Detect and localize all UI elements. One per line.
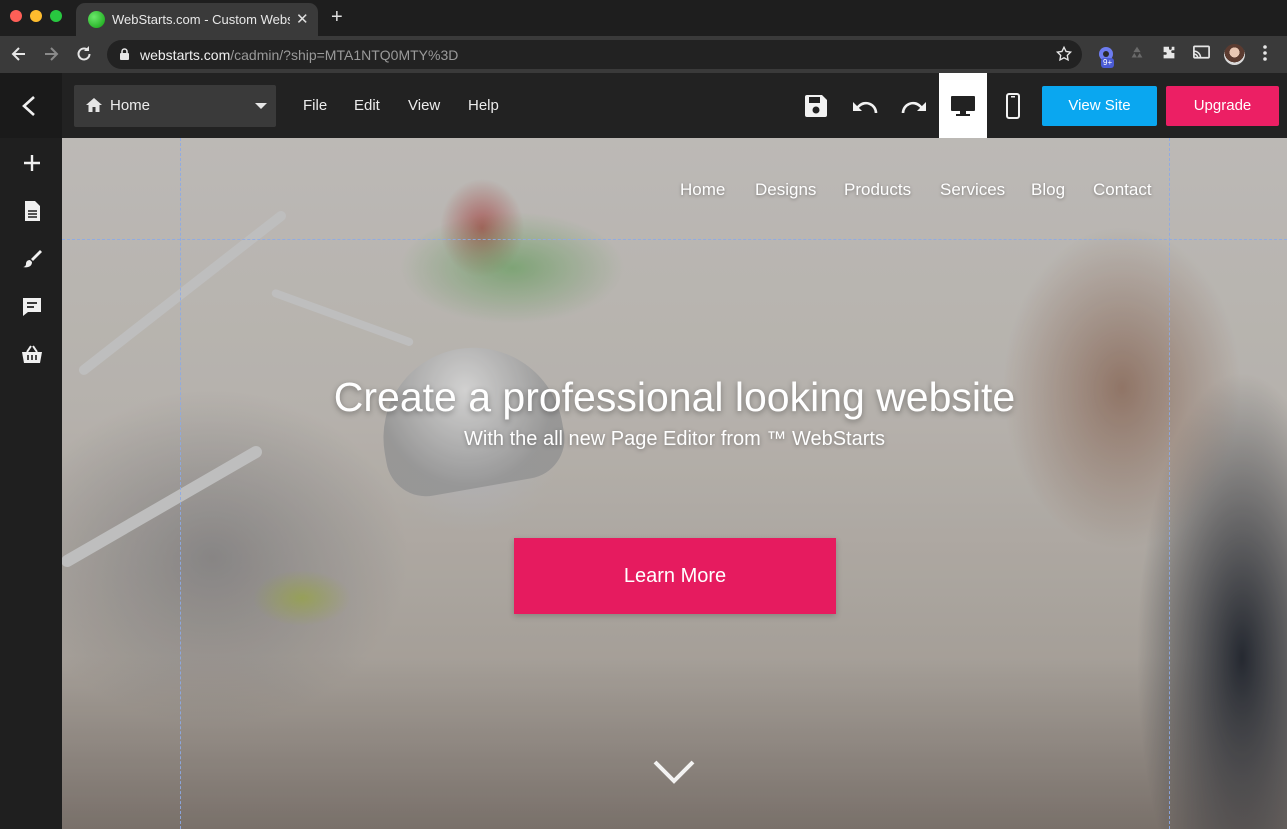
store-icon[interactable]	[20, 343, 44, 367]
menu-help[interactable]: Help	[468, 97, 499, 114]
extension-recycle-icon[interactable]	[1128, 44, 1146, 62]
save-button[interactable]	[792, 73, 840, 138]
chevron-down-icon	[255, 103, 267, 109]
comment-icon[interactable]	[20, 295, 44, 319]
browser-tab[interactable]: WebStarts.com - Custom Website ✕	[76, 3, 318, 36]
layout-guide	[62, 239, 1287, 240]
bookmark-star-icon[interactable]	[1055, 45, 1073, 63]
save-icon	[805, 94, 827, 117]
browser-menu-icon[interactable]	[1258, 44, 1272, 62]
page-icon[interactable]	[20, 199, 44, 223]
site-nav-blog[interactable]: Blog	[1031, 180, 1065, 200]
editor-toolbar: Home File Edit View Help View Site Upgra…	[0, 73, 1287, 138]
lock-icon	[120, 48, 129, 60]
hero-subtitle[interactable]: With the all new Page Editor from ™ WebS…	[62, 428, 1287, 451]
menu-view[interactable]: View	[408, 97, 440, 114]
url-path: /cadmin/?ship=MTA1NTQ0MTY%3D	[230, 47, 459, 63]
reload-icon[interactable]	[74, 44, 94, 64]
hero-title[interactable]: Create a professional looking website	[62, 374, 1287, 421]
forward-arrow-icon[interactable]	[41, 44, 61, 64]
site-nav-services[interactable]: Services	[940, 180, 1005, 200]
back-arrow-icon[interactable]	[9, 44, 29, 64]
layout-guide	[180, 138, 181, 829]
site-nav-contact[interactable]: Contact	[1093, 180, 1152, 200]
close-tab-icon[interactable]: ✕	[296, 10, 309, 28]
chevron-left-icon	[22, 96, 35, 116]
chevron-down-icon[interactable]	[651, 758, 697, 786]
address-bar[interactable]: webstarts.com/cadmin/?ship=MTA1NTQ0MTY%3…	[107, 40, 1082, 69]
undo-icon	[853, 101, 878, 113]
add-icon[interactable]	[20, 151, 44, 175]
home-icon	[86, 98, 102, 112]
mobile-view-button[interactable]	[989, 73, 1037, 138]
layout-guide	[1169, 138, 1170, 829]
new-tab-icon[interactable]: +	[331, 6, 343, 29]
browser-toolbar: webstarts.com/cadmin/?ship=MTA1NTQ0MTY%3…	[0, 36, 1287, 73]
extension-badge: 9+	[1101, 58, 1115, 68]
maximize-window-button[interactable]	[50, 10, 62, 22]
mobile-phone-icon	[1006, 92, 1020, 119]
site-nav-home[interactable]: Home	[680, 180, 725, 200]
brush-icon[interactable]	[20, 247, 44, 271]
cast-icon[interactable]	[1192, 44, 1211, 62]
view-site-button[interactable]: View Site	[1042, 86, 1157, 126]
menu-edit[interactable]: Edit	[354, 97, 380, 114]
learn-more-button[interactable]: Learn More	[514, 538, 836, 614]
favicon-icon	[88, 11, 105, 28]
extensions-puzzle-icon[interactable]	[1160, 44, 1178, 62]
undo-button[interactable]	[841, 73, 889, 138]
desktop-view-button[interactable]	[939, 73, 987, 138]
url-text: webstarts.com/cadmin/?ship=MTA1NTQ0MTY%3…	[140, 47, 458, 63]
url-host: webstarts.com	[140, 47, 231, 63]
upgrade-button[interactable]: Upgrade	[1166, 86, 1279, 126]
minimize-window-button[interactable]	[30, 10, 42, 22]
site-nav-designs[interactable]: Designs	[755, 180, 816, 200]
editor-sidebar	[0, 138, 62, 829]
site-nav-products[interactable]: Products	[844, 180, 911, 200]
tab-title: WebStarts.com - Custom Website	[112, 12, 290, 27]
menu-file[interactable]: File	[303, 97, 327, 114]
page-selector-label: Home	[110, 97, 151, 114]
site-canvas[interactable]: Home Designs Products Services Blog Cont…	[62, 138, 1287, 829]
redo-button[interactable]	[890, 73, 938, 138]
browser-tab-strip: WebStarts.com - Custom Website ✕ +	[0, 0, 1287, 36]
redo-icon	[901, 101, 926, 113]
profile-avatar[interactable]	[1224, 44, 1245, 65]
desktop-monitor-icon	[951, 95, 975, 116]
close-window-button[interactable]	[10, 10, 22, 22]
page-selector-dropdown[interactable]: Home	[74, 85, 276, 127]
hero-overlay	[62, 138, 1287, 829]
editor-back-button[interactable]	[0, 73, 62, 138]
